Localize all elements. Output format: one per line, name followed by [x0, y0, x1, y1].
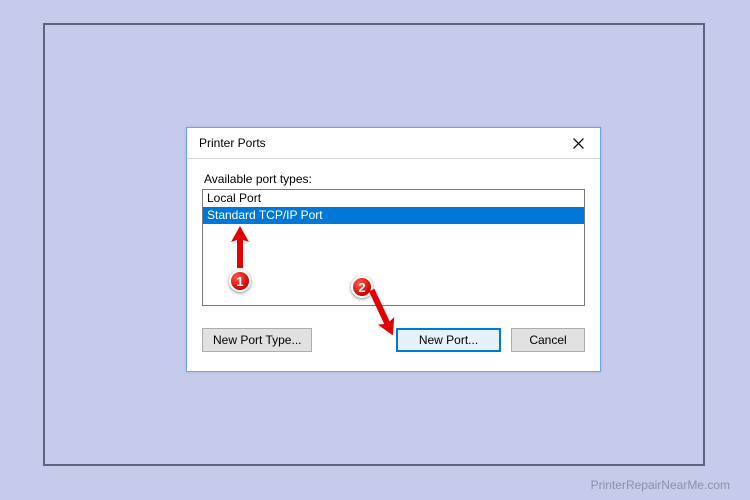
port-types-listbox[interactable]: Local Port Standard TCP/IP Port: [202, 189, 585, 306]
close-icon: [573, 138, 584, 149]
dialog-body: Available port types: Local Port Standar…: [187, 159, 600, 367]
available-ports-label: Available port types:: [204, 172, 585, 186]
dialog-button-row: New Port Type... New Port... Cancel: [202, 328, 585, 352]
watermark: PrinterRepairNearMe.com: [591, 478, 730, 492]
dialog-title: Printer Ports: [199, 136, 266, 150]
new-port-button[interactable]: New Port...: [396, 328, 501, 352]
dialog-titlebar: Printer Ports: [187, 128, 600, 159]
port-type-item[interactable]: Local Port: [203, 190, 584, 207]
cancel-button[interactable]: Cancel: [511, 328, 585, 352]
printer-ports-dialog: Printer Ports Available port types: Loca…: [186, 127, 601, 372]
new-port-type-button[interactable]: New Port Type...: [202, 328, 312, 352]
port-type-item[interactable]: Standard TCP/IP Port: [203, 207, 584, 224]
close-button[interactable]: [556, 128, 600, 158]
spacer: [322, 328, 386, 352]
